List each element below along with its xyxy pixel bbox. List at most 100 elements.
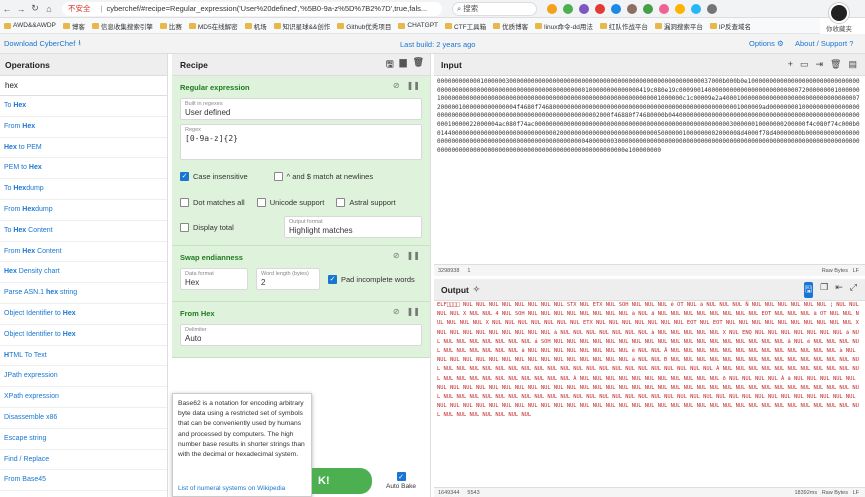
- save-output-icon[interactable]: 🖫: [803, 281, 814, 298]
- word-length-input[interactable]: Word length (bytes) 2: [256, 268, 320, 290]
- operations-search-input[interactable]: hex: [0, 76, 167, 96]
- disable-icon[interactable]: ⊘: [393, 307, 400, 316]
- pause-icon[interactable]: ❚❚: [407, 251, 420, 260]
- operation-item[interactable]: Object Identifier to Hex: [0, 304, 167, 325]
- open-file-icon[interactable]: ⇥: [816, 59, 824, 70]
- pad-words-checkbox[interactable]: ✓ Pad incomplete words: [328, 271, 415, 287]
- bookmark-item[interactable]: 比赛: [159, 21, 182, 31]
- dot-all-checkbox[interactable]: Dot matches all: [180, 194, 245, 210]
- clear-icon[interactable]: 🗑: [830, 59, 841, 70]
- bookmark-item[interactable]: Github优秀项目: [337, 21, 391, 31]
- auto-bake-checkbox[interactable]: ✓ Auto Bake: [386, 472, 416, 490]
- operation-item[interactable]: Parse ASN.1 hex string: [0, 283, 167, 304]
- operation-item[interactable]: Disassemble x86: [0, 408, 167, 429]
- extension-icon[interactable]: [707, 3, 717, 14]
- regex-op-name: Regular expression: [180, 82, 250, 92]
- download-link[interactable]: Download CyberChef ⭳: [4, 37, 81, 50]
- extension-icon[interactable]: [691, 3, 701, 14]
- bookmark-item[interactable]: CTF工具箱: [445, 21, 486, 31]
- operation-item[interactable]: To Hex: [0, 96, 167, 117]
- operation-item[interactable]: Hex Density chart: [0, 262, 167, 284]
- operation-item[interactable]: From Hexdump: [0, 200, 167, 221]
- multiline-checkbox[interactable]: ^ and $ match at newlines: [273, 168, 373, 184]
- unicode-checkbox[interactable]: Unicode support: [256, 194, 324, 210]
- add-tab-icon[interactable]: +: [788, 59, 793, 70]
- extension-icon[interactable]: [643, 3, 653, 14]
- magic-wand-icon[interactable]: ✧: [473, 284, 480, 295]
- operation-item[interactable]: PEM to Hex: [0, 158, 167, 180]
- input-textarea[interactable]: 0000000000001000000300000000000000000000…: [434, 76, 865, 261]
- extension-icon[interactable]: [675, 3, 685, 14]
- bookmark-item[interactable]: 优质博客: [493, 21, 528, 31]
- forward-icon[interactable]: →: [14, 4, 28, 14]
- regex-input[interactable]: Regex [0-9a-z]{2}: [180, 124, 422, 160]
- folder-icon: [445, 22, 452, 29]
- operation-item[interactable]: From Base45: [0, 470, 167, 492]
- bookmark-item[interactable]: 机场: [244, 21, 267, 31]
- copy-icon[interactable]: ❐: [820, 282, 828, 298]
- reload-icon[interactable]: ↻: [28, 3, 42, 14]
- bookmark-item[interactable]: MD5在线解密: [188, 21, 238, 31]
- folder-icon[interactable]: ▆: [400, 57, 407, 73]
- disable-icon[interactable]: ⊘: [393, 251, 400, 260]
- operation-item[interactable]: To Hex Content: [0, 221, 167, 242]
- data-format-select[interactable]: Data format Hex: [180, 268, 248, 290]
- operation-item[interactable]: From Hex Content: [0, 242, 167, 263]
- folder-icon: [709, 22, 717, 29]
- wikipedia-link[interactable]: List of numeral systems on Wikipedia: [178, 484, 285, 494]
- options-link[interactable]: Options ⚙: [749, 39, 784, 48]
- bookmark-item[interactable]: 博客: [62, 21, 85, 31]
- astral-checkbox[interactable]: Astral support: [336, 194, 396, 210]
- layout-icon[interactable]: ▤: [848, 59, 857, 70]
- bookmark-item[interactable]: 红队作战平台: [599, 21, 648, 31]
- operation-item[interactable]: HTML To Text: [0, 346, 167, 367]
- case-insensitive-checkbox[interactable]: ✓ Case insensitive: [180, 168, 248, 184]
- operation-item[interactable]: To Hexdump: [0, 179, 167, 200]
- extension-icon[interactable]: [563, 3, 573, 14]
- operation-item[interactable]: JPath expression: [0, 366, 167, 388]
- operation-item[interactable]: Escape string: [0, 429, 167, 450]
- url-field[interactable]: 不安全 | cyberchef/#recipe=Regular_expressi…: [62, 1, 442, 16]
- about-link[interactable]: About / Support ?: [795, 39, 853, 48]
- pause-icon[interactable]: ❚❚: [407, 307, 420, 316]
- display-total-checkbox[interactable]: Display total: [180, 219, 284, 235]
- operation-item[interactable]: XPath expression: [0, 387, 167, 408]
- trash-icon[interactable]: 🗑: [413, 57, 424, 73]
- pause-icon[interactable]: ❚❚: [407, 81, 420, 90]
- extension-icon[interactable]: [627, 3, 637, 14]
- home-icon[interactable]: ⌂: [42, 4, 56, 14]
- browser-search-input[interactable]: ⌕ 搜索: [452, 1, 537, 16]
- bookmark-item[interactable]: CHATGPT: [398, 22, 438, 29]
- bookmark-item[interactable]: IP反查域名: [709, 21, 751, 31]
- back-icon[interactable]: ←: [0, 4, 14, 14]
- extension-icon[interactable]: [595, 3, 605, 14]
- maximize-icon[interactable]: ⤢: [850, 282, 857, 298]
- operation-item[interactable]: Hex to PEM: [0, 138, 167, 159]
- bookmarks-bar: AWD&&AWDP 博客 信息收集搜索引擎 比赛 MD5在线解密 机场 知识星球&&创作 Gi…: [0, 18, 820, 34]
- extension-icon[interactable]: [579, 3, 589, 14]
- extension-icon[interactable]: [611, 3, 621, 14]
- input-header: Input + ▭ ⇥ 🗑 ▤: [434, 54, 865, 76]
- replace-input-icon[interactable]: ⇤: [835, 282, 843, 298]
- bookmark-item[interactable]: 漏洞搜索平台: [654, 21, 703, 31]
- disable-icon[interactable]: ⊘: [393, 81, 400, 90]
- save-icon[interactable]: 🖫: [386, 57, 394, 73]
- bookmark-item[interactable]: 知识星球&&创作: [273, 21, 330, 31]
- folder-icon: [654, 22, 662, 29]
- operation-item[interactable]: From Hex: [0, 117, 167, 138]
- extension-icon[interactable]: [547, 3, 557, 14]
- operation-item[interactable]: Object Identifier to Hex: [0, 325, 167, 346]
- bookmark-item[interactable]: linux命令-dd用法: [535, 21, 593, 31]
- builtin-regex-select[interactable]: Built in regexes User defined: [180, 98, 422, 120]
- profile-button[interactable]: 你收藏夹: [815, 0, 863, 36]
- operation-item[interactable]: From Base62: [0, 491, 167, 497]
- bookmark-item[interactable]: 信息收集搜索引擎: [91, 21, 153, 31]
- extension-icon[interactable]: [659, 3, 669, 14]
- bake-button[interactable]: K!: [312, 468, 372, 494]
- open-folder-icon[interactable]: ▭: [800, 59, 809, 70]
- delimiter-select[interactable]: Delimiter Auto: [180, 324, 422, 346]
- output-format-select[interactable]: Output format Highlight matches: [284, 216, 422, 238]
- operations-list: To Hex From Hex Hex to PEM PEM to Hex To Hex…: [0, 96, 167, 497]
- bookmark-item[interactable]: AWD&&AWDP: [4, 22, 56, 29]
- operation-item[interactable]: Find / Replace: [0, 450, 167, 471]
